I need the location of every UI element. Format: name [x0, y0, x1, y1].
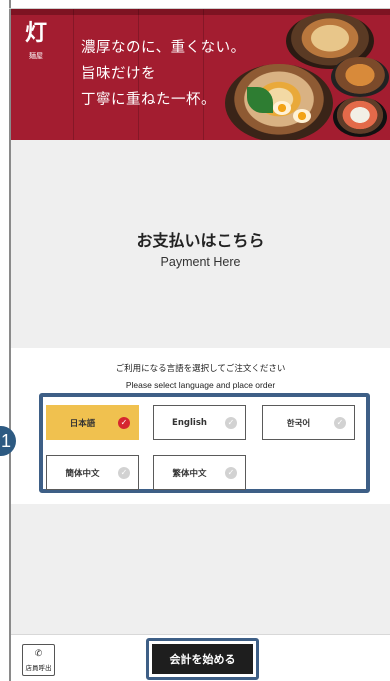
egg-topping	[293, 109, 311, 123]
egg-topping	[273, 101, 291, 115]
footer-bar: ✆ 店員呼出 会計を始める	[11, 634, 390, 681]
check-icon: ✓	[225, 417, 237, 429]
shop-logo: 灯 麺屋	[21, 21, 51, 61]
payment-subtitle: Payment Here	[160, 255, 241, 269]
language-options-highlight: 日本語 ✓ English ✓ 한국어 ✓ 簡体中文 ✓ 繁体中文 ✓	[39, 393, 370, 493]
logo-subtitle: 麺屋	[29, 52, 43, 60]
language-option-simplified-chinese[interactable]: 簡体中文 ✓	[46, 455, 139, 490]
catch-line: 旨味だけを	[81, 66, 156, 82]
ramen-bowl-image	[333, 97, 387, 137]
language-instruction-en: Please select language and place order	[125, 380, 276, 390]
check-icon: ✓	[334, 417, 346, 429]
ramen-bowl-image	[331, 57, 389, 97]
language-option-korean[interactable]: 한국어 ✓	[262, 405, 355, 440]
catch-line: 丁寧に重ねた一杯。	[81, 92, 216, 108]
language-option-japanese[interactable]: 日本語 ✓	[46, 405, 139, 440]
language-option-traditional-chinese[interactable]: 繁体中文 ✓	[153, 455, 246, 490]
language-option-label: 繁体中文	[172, 468, 207, 479]
bell-icon: ✆	[34, 649, 43, 659]
language-option-english[interactable]: English ✓	[153, 405, 246, 440]
language-option-label: English	[172, 417, 207, 428]
start-checkout-highlight: 会計を始める	[146, 638, 259, 680]
payment-title: お支払いはこちら	[136, 231, 265, 250]
start-checkout-button[interactable]: 会計を始める	[152, 644, 253, 674]
call-staff-label: 店員呼出	[25, 664, 52, 672]
language-option-label: 한국어	[286, 418, 311, 429]
curtain-seam	[73, 9, 74, 140]
catchphrase: 濃厚なのに、重くない。 旨味だけを 丁寧に重ねた一杯。	[81, 35, 246, 113]
logo-kanji: 灯	[24, 20, 47, 46]
language-option-label: 日本語	[69, 418, 96, 429]
check-icon: ✓	[118, 467, 130, 479]
catch-line: 濃厚なのに、重くない。	[81, 40, 246, 56]
payment-section: お支払いはこちら Payment Here	[11, 140, 390, 348]
check-icon: ✓	[225, 467, 237, 479]
call-staff-button[interactable]: ✆ 店員呼出	[22, 644, 55, 676]
empty-area	[11, 504, 390, 634]
language-instruction-jp: ご利用になる言語を選択してご注文ください	[115, 364, 286, 374]
check-icon: ✓	[118, 417, 130, 429]
language-option-label: 簡体中文	[65, 468, 100, 479]
hero-banner: 灯 麺屋 濃厚なのに、重くない。 旨味だけを 丁寧に重ねた一杯。	[11, 9, 390, 140]
